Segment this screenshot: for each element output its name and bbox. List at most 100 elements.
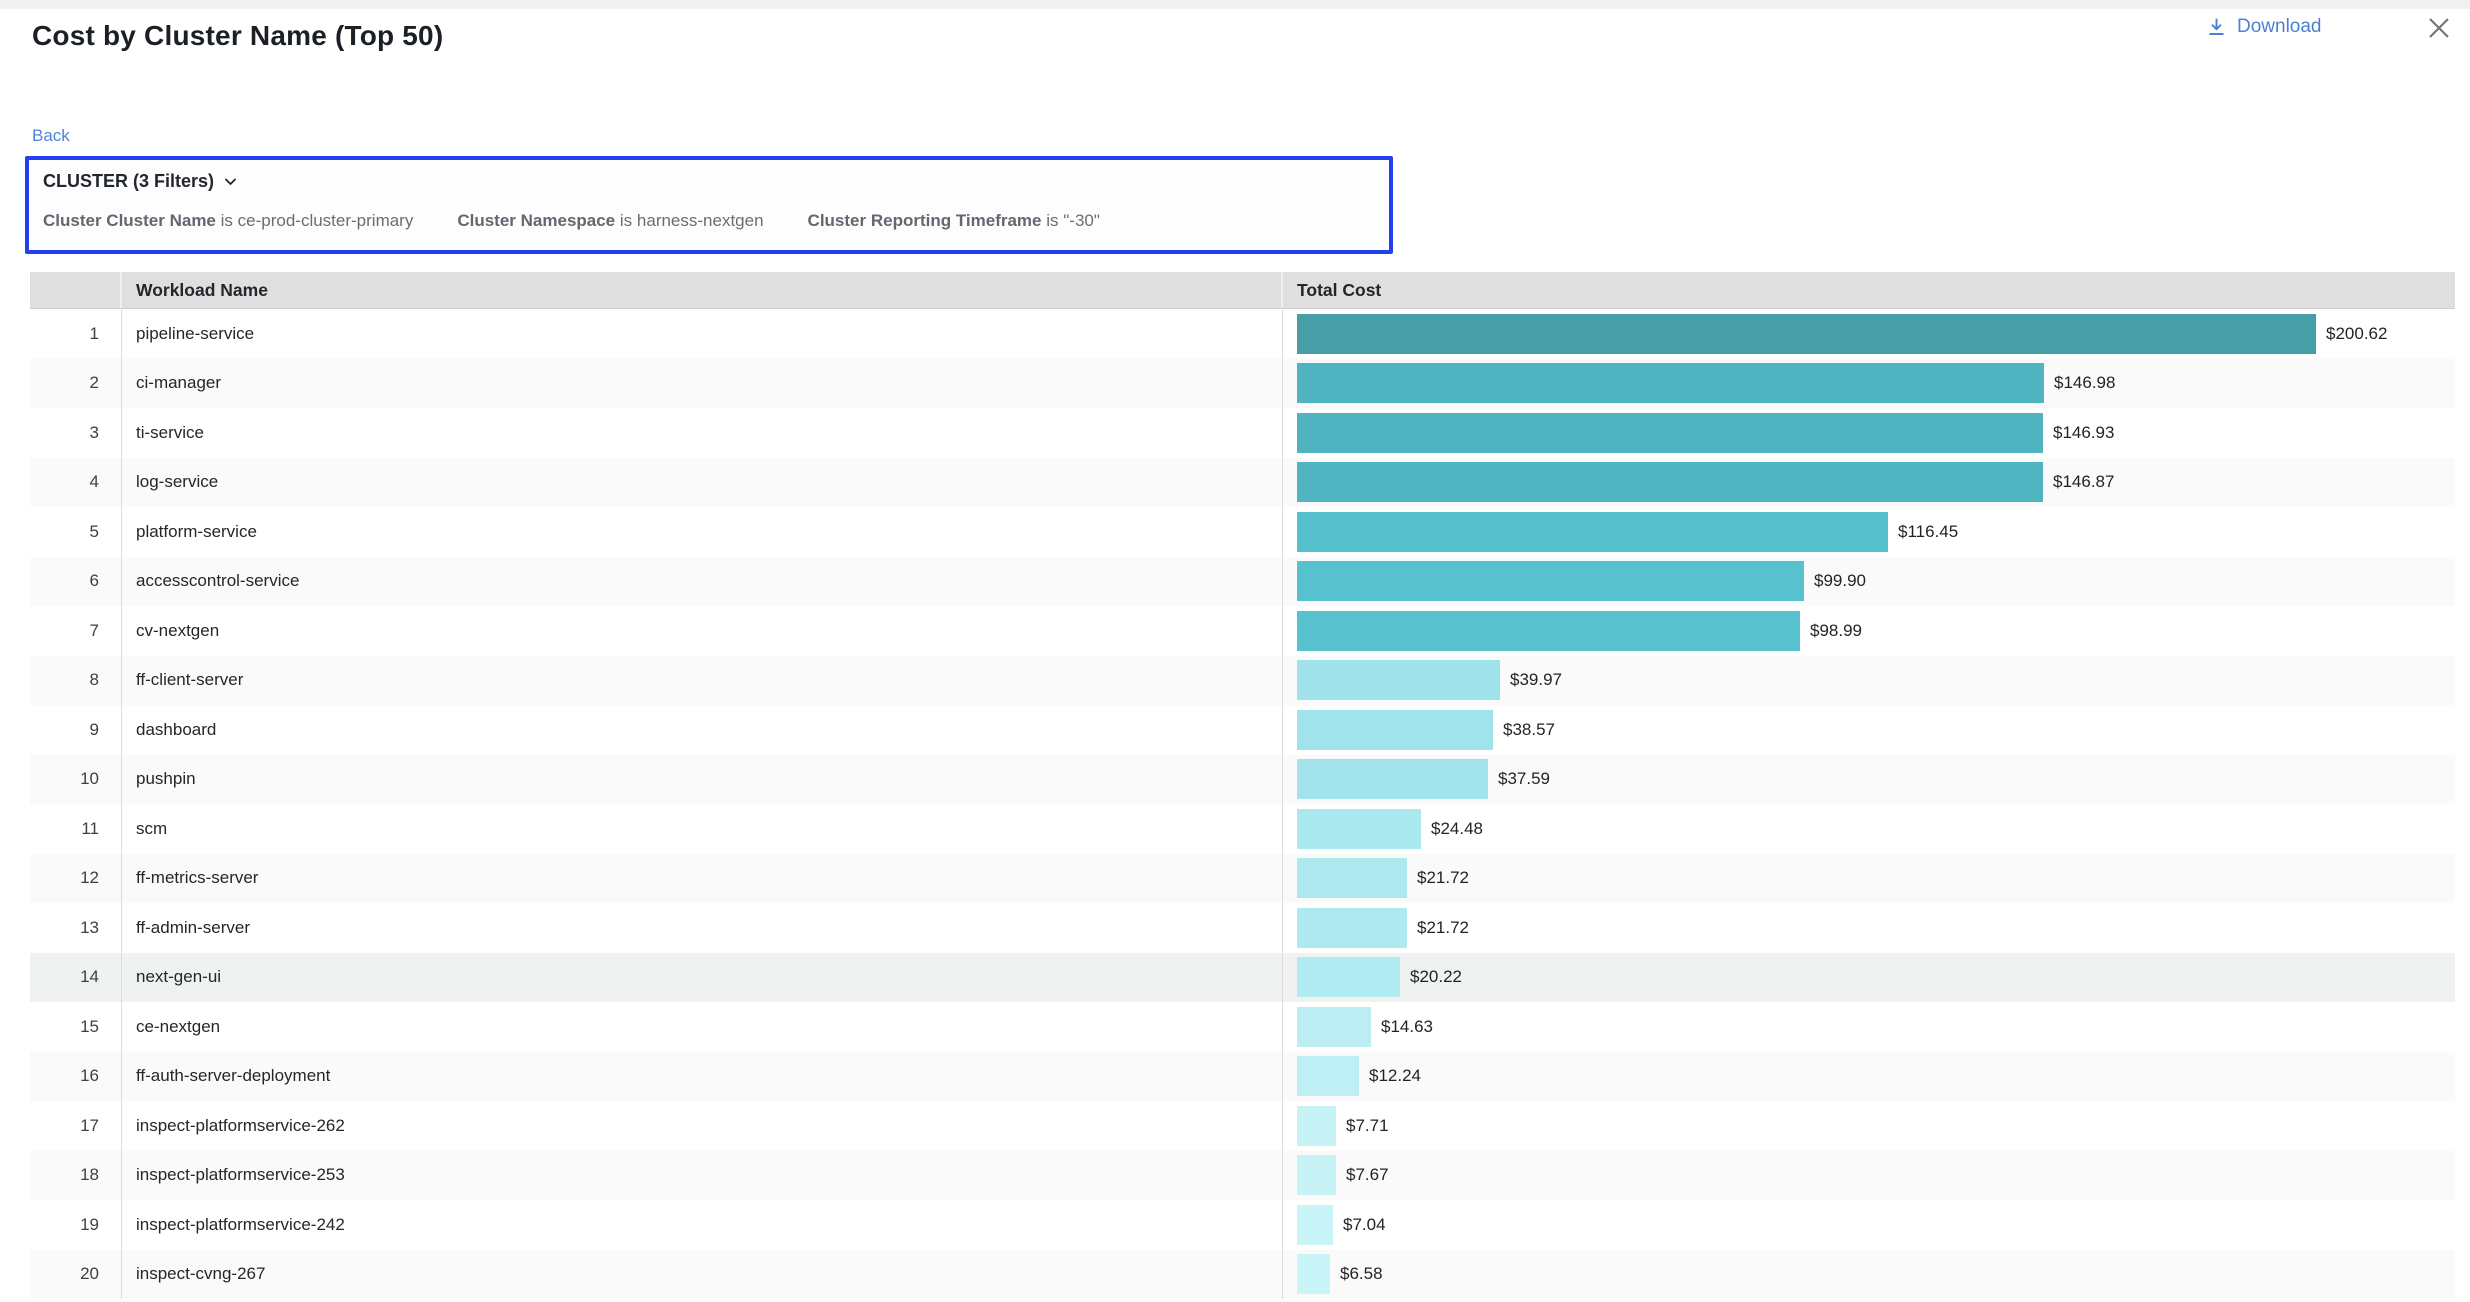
- total-cost-cell: $200.62: [1283, 309, 2455, 359]
- cost-bar[interactable]: [1297, 957, 1400, 997]
- filter-field: Cluster Reporting Timeframe: [808, 211, 1042, 230]
- table-row[interactable]: 11scm$24.48: [30, 804, 2455, 854]
- row-rank: 5: [30, 507, 122, 557]
- table-row[interactable]: 14next-gen-ui$20.22: [30, 953, 2455, 1003]
- workload-name-cell: pushpin: [122, 755, 1283, 805]
- table-row[interactable]: 7cv-nextgen$98.99: [30, 606, 2455, 656]
- workload-name-cell: pipeline-service: [122, 309, 1283, 359]
- table-row[interactable]: 15ce-nextgen$14.63: [30, 1002, 2455, 1052]
- row-rank: 18: [30, 1151, 122, 1201]
- cost-bar[interactable]: [1297, 1106, 1336, 1146]
- cost-value: $12.24: [1369, 1066, 1421, 1086]
- cost-bar[interactable]: [1297, 908, 1407, 948]
- cost-bar[interactable]: [1297, 314, 2316, 354]
- cost-bar[interactable]: [1297, 759, 1488, 799]
- table-row[interactable]: 13ff-admin-server$21.72: [30, 903, 2455, 953]
- cost-value: $116.45: [1898, 522, 1958, 542]
- table-row[interactable]: 4log-service$146.87: [30, 458, 2455, 508]
- filter-value: ce-prod-cluster-primary: [238, 211, 414, 230]
- cost-value: $20.22: [1410, 967, 1462, 987]
- total-cost-cell: $6.58: [1283, 1250, 2455, 1300]
- cost-bar[interactable]: [1297, 1155, 1336, 1195]
- filter-chip[interactable]: Cluster Reporting Timeframe is "-30": [808, 211, 1100, 231]
- rank-column-header: [30, 272, 122, 308]
- cost-value: $6.58: [1340, 1264, 1383, 1284]
- cost-value: $7.71: [1346, 1116, 1389, 1136]
- table-row[interactable]: 9dashboard$38.57: [30, 705, 2455, 755]
- total-cost-cell: $14.63: [1283, 1002, 2455, 1052]
- cost-bar[interactable]: [1297, 611, 1800, 651]
- table-row[interactable]: 10pushpin$37.59: [30, 755, 2455, 805]
- workload-name-column-header: Workload Name: [122, 272, 1283, 308]
- workload-name-cell: inspect-platformservice-262: [122, 1101, 1283, 1151]
- table-row[interactable]: 20inspect-cvng-267$6.58: [30, 1250, 2455, 1300]
- table-row[interactable]: 12ff-metrics-server$21.72: [30, 854, 2455, 904]
- cost-bar[interactable]: [1297, 413, 2043, 453]
- cost-bar[interactable]: [1297, 660, 1500, 700]
- cost-bar[interactable]: [1297, 710, 1493, 750]
- table-row[interactable]: 2ci-manager$146.98: [30, 359, 2455, 409]
- total-cost-cell: $37.59: [1283, 755, 2455, 805]
- cost-value: $7.04: [1343, 1215, 1386, 1235]
- cost-bar[interactable]: [1297, 1254, 1330, 1294]
- filter-chip[interactable]: Cluster Namespace is harness-nextgen: [457, 211, 763, 231]
- cost-bar[interactable]: [1297, 561, 1804, 601]
- cost-value: $99.90: [1814, 571, 1866, 591]
- cost-value: $146.93: [2053, 423, 2114, 443]
- cost-bar[interactable]: [1297, 1205, 1333, 1245]
- workload-name-cell: accesscontrol-service: [122, 557, 1283, 607]
- total-cost-cell: $99.90: [1283, 557, 2455, 607]
- table-row[interactable]: 19inspect-platformservice-242$7.04: [30, 1200, 2455, 1250]
- table-row[interactable]: 17inspect-platformservice-262$7.71: [30, 1101, 2455, 1151]
- table-body: 1pipeline-service$200.622ci-manager$146.…: [30, 309, 2455, 1299]
- workload-name-cell: scm: [122, 804, 1283, 854]
- download-button[interactable]: Download: [2206, 16, 2322, 38]
- table-row[interactable]: 8ff-client-server$39.97: [30, 656, 2455, 706]
- table-row[interactable]: 5platform-service $116.45: [30, 507, 2455, 557]
- filter-summary-toggle[interactable]: CLUSTER (3 Filters): [43, 171, 1375, 192]
- cost-value: $98.99: [1810, 621, 1862, 641]
- cost-modal: Cost by Cluster Name (Top 50) Download B…: [0, 0, 2470, 1302]
- filter-operator: is: [1046, 211, 1058, 230]
- table-row[interactable]: 18inspect-platformservice-253$7.67: [30, 1151, 2455, 1201]
- cost-bar[interactable]: [1297, 1056, 1359, 1096]
- total-cost-cell: $39.97: [1283, 656, 2455, 706]
- workload-name-cell: platform-service: [122, 507, 1283, 557]
- cost-bar[interactable]: [1297, 462, 2043, 502]
- cost-bar[interactable]: [1297, 858, 1407, 898]
- cost-value: $146.87: [2053, 472, 2114, 492]
- modal-top-edge: [0, 0, 2470, 9]
- cost-bar[interactable]: [1297, 363, 2044, 403]
- row-rank: 20: [30, 1250, 122, 1300]
- back-link[interactable]: Back: [32, 126, 70, 146]
- total-cost-cell: $7.71: [1283, 1101, 2455, 1151]
- filter-field: Cluster Namespace: [457, 211, 615, 230]
- table-row[interactable]: 1pipeline-service$200.62: [30, 309, 2455, 359]
- page-title: Cost by Cluster Name (Top 50): [32, 20, 443, 52]
- cost-value: $37.59: [1498, 769, 1550, 789]
- total-cost-cell: $12.24: [1283, 1052, 2455, 1102]
- close-icon: [2426, 15, 2452, 41]
- total-cost-cell: $38.57: [1283, 705, 2455, 755]
- table-row[interactable]: 16ff-auth-server-deployment$12.24: [30, 1052, 2455, 1102]
- row-rank: 8: [30, 656, 122, 706]
- filter-chip[interactable]: Cluster Cluster Name is ce-prod-cluster-…: [43, 211, 413, 231]
- filter-value: "-30": [1063, 211, 1100, 230]
- cost-bar[interactable]: [1297, 809, 1421, 849]
- workload-name-cell: ti-service: [122, 408, 1283, 458]
- row-rank: 16: [30, 1052, 122, 1102]
- total-cost-cell: $146.87: [1283, 458, 2455, 508]
- cost-bar[interactable]: [1297, 512, 1888, 552]
- workload-name-cell: cv-nextgen: [122, 606, 1283, 656]
- workload-name-cell: dashboard: [122, 705, 1283, 755]
- cost-bar[interactable]: [1297, 1007, 1371, 1047]
- total-cost-cell: $7.04: [1283, 1200, 2455, 1250]
- table-row[interactable]: 6accesscontrol-service$99.90: [30, 557, 2455, 607]
- total-cost-cell: $7.67: [1283, 1151, 2455, 1201]
- workload-name-cell: ff-metrics-server: [122, 854, 1283, 904]
- table-row[interactable]: 3ti-service$146.93: [30, 408, 2455, 458]
- cost-value: $21.72: [1417, 918, 1469, 938]
- cost-value: $38.57: [1503, 720, 1555, 740]
- close-button[interactable]: [2423, 12, 2455, 44]
- row-rank: 2: [30, 359, 122, 409]
